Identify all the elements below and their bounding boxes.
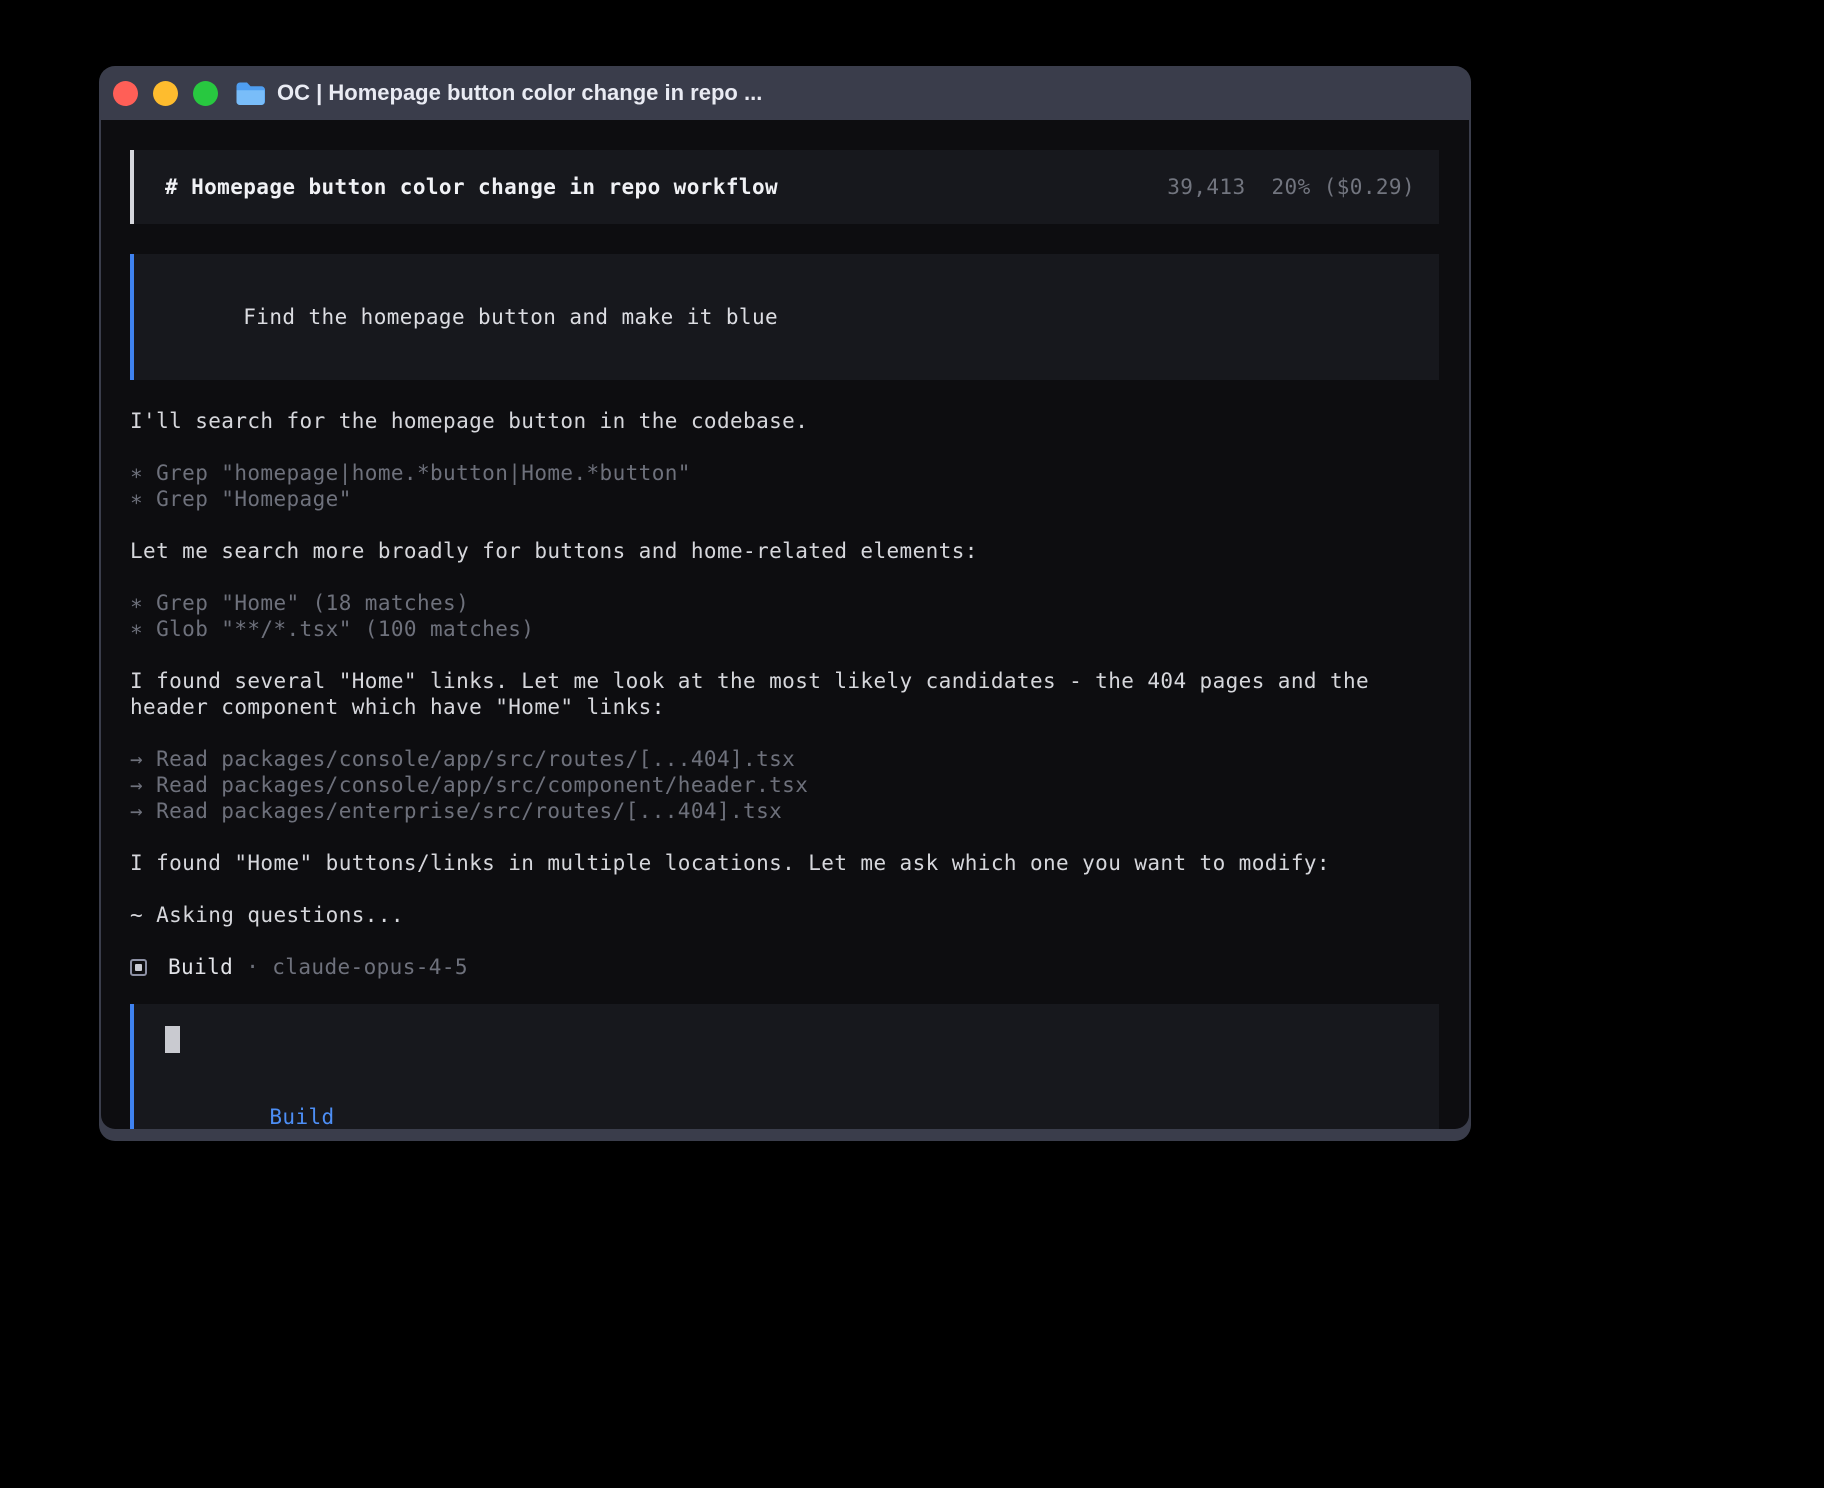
window-controls — [113, 81, 218, 106]
tool-call-line: → Read packages/console/app/src/componen… — [130, 772, 1439, 798]
minimize-window-button[interactable] — [153, 81, 178, 106]
tool-call-line: ∗ Grep "Home" (18 matches) — [130, 590, 1439, 616]
agent-model: claude-opus-4-5 — [272, 954, 468, 980]
close-window-button[interactable] — [113, 81, 138, 106]
window-title: OC | Homepage button color change in rep… — [277, 80, 762, 106]
prompt-input[interactable]: Build Claude Opus 4.5 OpenCode Zen — [130, 1004, 1439, 1129]
tool-call-line: ∗ Glob "**/*.tsx" (100 matches) — [130, 616, 1439, 642]
token-count: 39,413 — [1167, 174, 1245, 200]
agent-icon — [130, 959, 147, 976]
window-title-group: OC | Homepage button color change in rep… — [235, 80, 762, 106]
assistant-text-line: I found several "Home" links. Let me loo… — [130, 668, 1439, 694]
tool-call-line: → Read packages/enterprise/src/routes/[.… — [130, 798, 1439, 824]
prompt-meta-line: Build Claude Opus 4.5 OpenCode Zen — [165, 1078, 1415, 1129]
session-title: # Homepage button color change in repo w… — [165, 174, 778, 200]
assistant-text-line: I found "Home" buttons/links in multiple… — [130, 850, 1439, 876]
user-message-text: Find the homepage button and make it blu… — [243, 305, 778, 329]
session-stats: 39,413 20% ($0.29) — [1167, 174, 1415, 200]
context-cost: 20% ($0.29) — [1272, 174, 1415, 200]
terminal-window: OC | Homepage button color change in rep… — [99, 66, 1471, 1141]
tool-call-line: ∗ Grep "homepage|home.*button|Home.*butt… — [130, 460, 1439, 486]
zoom-window-button[interactable] — [193, 81, 218, 106]
tool-call-line: → Read packages/console/app/src/routes/[… — [130, 746, 1439, 772]
assistant-transcript: I'll search for the homepage button in t… — [130, 408, 1439, 928]
text-cursor — [165, 1026, 180, 1053]
session-header: # Homepage button color change in repo w… — [130, 150, 1439, 224]
user-message: Find the homepage button and make it blu… — [130, 254, 1439, 380]
tool-call-line: ∗ Grep "Homepage" — [130, 486, 1439, 512]
assistant-text-line: I'll search for the homepage button in t… — [130, 408, 1439, 434]
assistant-text-line: header component which have "Home" links… — [130, 694, 1439, 720]
agent-name: Build — [168, 954, 233, 980]
agent-status-line: Build · claude-opus-4-5 — [130, 954, 1439, 980]
folder-icon — [235, 81, 266, 106]
window-titlebar[interactable]: OC | Homepage button color change in rep… — [99, 66, 1471, 120]
assistant-status-line: ~ Asking questions... — [130, 902, 1439, 928]
agent-separator: · — [246, 954, 259, 980]
assistant-text-line: Let me search more broadly for buttons a… — [130, 538, 1439, 564]
agent-mode-label[interactable]: Build — [269, 1105, 334, 1129]
prompt-text-line[interactable] — [165, 1026, 1415, 1054]
terminal-content[interactable]: # Homepage button color change in repo w… — [101, 120, 1469, 1129]
